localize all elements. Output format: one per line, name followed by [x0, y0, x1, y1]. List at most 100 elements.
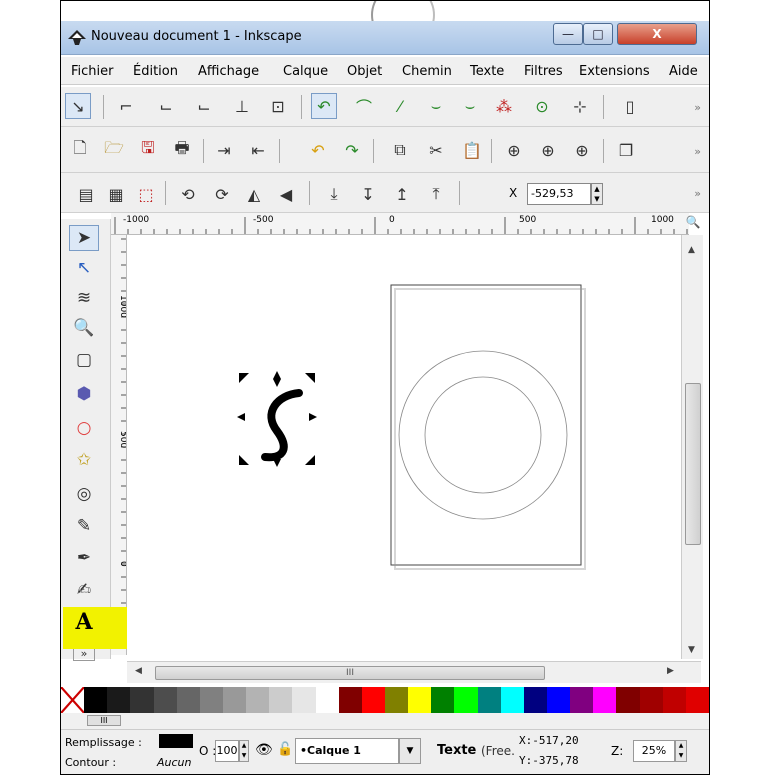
- color-swatch[interactable]: [107, 687, 131, 713]
- spiral-tool-icon[interactable]: ◎: [69, 481, 99, 507]
- palette-scrollbar[interactable]: III: [61, 713, 709, 729]
- lower-icon[interactable]: ↧: [355, 181, 381, 207]
- undo-icon[interactable]: ↶: [305, 137, 331, 163]
- stroke-value[interactable]: Aucun: [157, 756, 192, 769]
- snap-bbox-edge-icon[interactable]: ⌙: [153, 93, 179, 119]
- pencil-tool-icon[interactable]: ✎: [69, 513, 99, 539]
- horizontal-scroll-thumb[interactable]: III: [155, 666, 545, 680]
- menu-objet[interactable]: Objet: [347, 64, 382, 79]
- menu-affichage[interactable]: Affichage: [198, 64, 259, 79]
- star-tool-icon[interactable]: ✩: [69, 447, 99, 473]
- node-tool-icon[interactable]: ↖: [69, 255, 99, 281]
- color-swatch[interactable]: [523, 687, 547, 713]
- color-swatch[interactable]: [431, 687, 455, 713]
- rectangle-tool-icon[interactable]: ▢: [69, 347, 99, 373]
- color-swatch[interactable]: [546, 687, 571, 713]
- close-button[interactable]: X: [617, 23, 697, 45]
- palette-scroll-thumb[interactable]: III: [87, 715, 121, 726]
- layer-selector[interactable]: •Calque 1: [295, 738, 399, 764]
- tweak-tool-icon[interactable]: ≋: [69, 285, 99, 311]
- pen-tool-icon[interactable]: ✒: [69, 545, 99, 571]
- snap-object-center-icon[interactable]: ⊙: [529, 93, 555, 119]
- cut-icon[interactable]: ✂: [423, 137, 449, 163]
- print-icon[interactable]: 🖶: [169, 137, 195, 163]
- title-bar[interactable]: Nouveau document 1 - Inkscape — □ X: [61, 21, 709, 55]
- snap-bbox-icon[interactable]: ⌐: [113, 93, 139, 119]
- color-swatch[interactable]: [338, 687, 362, 713]
- snap-cusp-icon[interactable]: ⌣: [423, 93, 449, 119]
- rotate-cw-icon[interactable]: ⟳: [209, 181, 235, 207]
- color-swatch[interactable]: [176, 687, 200, 713]
- x-coordinate-input[interactable]: -529,53: [527, 183, 591, 205]
- color-swatch[interactable]: [662, 687, 686, 713]
- rotate-ccw-icon[interactable]: ⟲: [175, 181, 201, 207]
- color-swatch[interactable]: [315, 687, 339, 713]
- snap-toggle-icon[interactable]: ↘: [65, 93, 91, 119]
- opacity-spinner[interactable]: ▲ ▼: [239, 740, 249, 762]
- menu-aide[interactable]: Aide: [669, 64, 698, 79]
- color-swatch[interactable]: [292, 687, 316, 713]
- snap-midpoints-icon[interactable]: ⁂: [491, 93, 517, 119]
- color-swatch[interactable]: [500, 687, 524, 713]
- zoom-drawing-icon[interactable]: ⊕: [535, 137, 561, 163]
- color-swatch[interactable]: [246, 687, 270, 713]
- zoom-input[interactable]: 25%: [633, 740, 675, 762]
- color-swatch[interactable]: [384, 687, 409, 713]
- duplicate-icon[interactable]: ❐: [613, 137, 639, 163]
- save-icon[interactable]: 🖫: [135, 137, 161, 163]
- color-swatch[interactable]: [639, 687, 663, 713]
- color-swatch[interactable]: [361, 687, 385, 713]
- copy-icon[interactable]: ⧉: [387, 137, 413, 163]
- zoom-tool-icon[interactable]: 🔍: [69, 315, 99, 341]
- raise-icon[interactable]: ↥: [389, 181, 415, 207]
- x-spinner[interactable]: ▲ ▼: [591, 183, 603, 205]
- color-swatch[interactable]: [130, 687, 154, 713]
- snap-rotation-center-icon[interactable]: ⊹: [567, 93, 593, 119]
- menu-texte[interactable]: Texte: [470, 64, 504, 79]
- new-document-icon[interactable]: 🗋: [67, 137, 93, 163]
- menu-fichier[interactable]: Fichier: [71, 64, 114, 79]
- color-swatch[interactable]: [84, 687, 108, 713]
- opacity-input[interactable]: 100: [215, 740, 239, 762]
- calligraphy-tool-icon[interactable]: ✍: [69, 577, 99, 603]
- eye-icon[interactable]: 👁: [255, 742, 273, 758]
- scroll-up-icon[interactable]: ▲: [688, 245, 695, 255]
- lower-to-bottom-icon[interactable]: ⤓: [321, 181, 347, 207]
- selector-tool-icon[interactable]: ➤: [69, 225, 99, 251]
- color-swatch[interactable]: [593, 687, 617, 713]
- color-swatch[interactable]: [222, 687, 247, 713]
- vertical-scrollbar[interactable]: ▲ ▼: [681, 235, 703, 659]
- fill-swatch[interactable]: [159, 734, 193, 748]
- snap-bbox-midpoint-icon[interactable]: ⊥: [229, 93, 255, 119]
- snap-paths-icon[interactable]: ⌒: [351, 93, 377, 119]
- scroll-down-icon[interactable]: ▼: [688, 645, 695, 655]
- color-swatch[interactable]: [269, 687, 293, 713]
- snap-nodes-icon[interactable]: ↶: [311, 93, 337, 119]
- commands-overflow-icon[interactable]: »: [694, 145, 701, 158]
- ellipse-tool-icon[interactable]: ○: [69, 415, 99, 441]
- select-all-icon[interactable]: ▤: [73, 181, 99, 207]
- color-swatch[interactable]: [454, 687, 478, 713]
- raise-to-top-icon[interactable]: ⤒: [423, 181, 449, 207]
- menu-edition[interactable]: Édition: [133, 64, 178, 79]
- menu-filtres[interactable]: Filtres: [524, 64, 563, 79]
- zoom-spinner[interactable]: ▲ ▼: [675, 740, 687, 762]
- deselect-icon[interactable]: ⬚: [133, 181, 159, 207]
- export-icon[interactable]: ⇤: [245, 137, 271, 163]
- zoom-selection-icon[interactable]: ⊕: [501, 137, 527, 163]
- drawing-canvas[interactable]: [127, 235, 681, 655]
- menu-chemin[interactable]: Chemin: [402, 64, 452, 79]
- toolbar-overflow-icon[interactable]: »: [694, 101, 701, 114]
- vertical-scroll-thumb[interactable]: [685, 383, 701, 545]
- menu-calque[interactable]: Calque: [283, 64, 328, 79]
- scroll-right-icon[interactable]: ▶: [667, 666, 674, 676]
- zoom-page-icon[interactable]: ⊕: [569, 137, 595, 163]
- maximize-button[interactable]: □: [583, 23, 613, 45]
- color-swatch[interactable]: [477, 687, 501, 713]
- snap-page-border-icon[interactable]: ▯: [617, 93, 643, 119]
- snap-smooth-icon[interactable]: ⌣: [457, 93, 483, 119]
- text-tool-icon[interactable]: A: [69, 609, 99, 635]
- snap-bbox-corner-icon[interactable]: ⌙: [191, 93, 217, 119]
- flip-horizontal-icon[interactable]: ◭: [241, 181, 267, 207]
- color-swatch[interactable]: [199, 687, 223, 713]
